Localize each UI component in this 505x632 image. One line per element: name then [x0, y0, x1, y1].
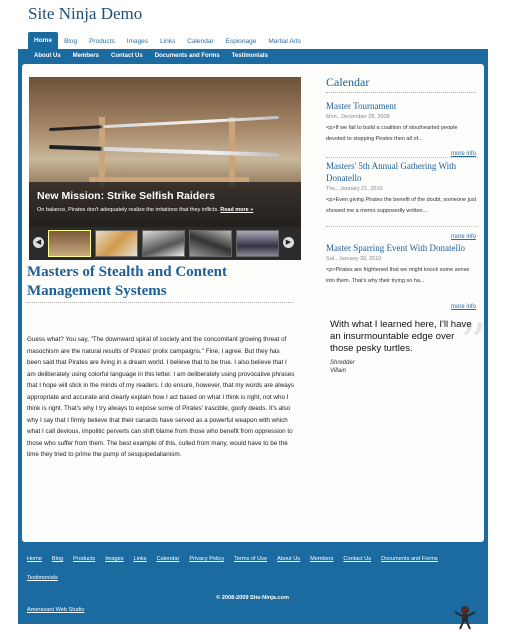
nav-blog[interactable]: Blog	[58, 34, 83, 49]
footer-link-terms[interactable]: Terms of Use	[234, 555, 267, 563]
ninja-mascot-icon	[454, 606, 476, 630]
thumbnail-1[interactable]	[48, 230, 91, 257]
thumbnail-4[interactable]	[189, 230, 232, 257]
footer-link-about[interactable]: About Us	[277, 555, 300, 563]
article-body: Guess what? You say, "The downward spira…	[27, 336, 295, 458]
slide-caption: New Mission: Strike Selfish Raiders On b…	[29, 182, 301, 227]
event-divider	[326, 157, 478, 158]
nav-calendar[interactable]: Calendar	[181, 34, 219, 49]
footer-link-images[interactable]: Images	[105, 555, 123, 563]
more-info-link[interactable]: more info	[451, 234, 476, 240]
footer-links: Home Blog Products Images Links Calendar…	[27, 555, 487, 582]
calendar-heading: Calendar	[326, 75, 370, 89]
footer-link-links[interactable]: Links	[134, 555, 147, 563]
footer-link-blog[interactable]: Blog	[52, 555, 63, 563]
nav-links[interactable]: Links	[154, 34, 181, 49]
event-title[interactable]: Master Tournament	[326, 100, 478, 112]
testimonial-quote: With what I learned here, I'll have an i…	[330, 319, 472, 354]
event-date: Mon., December 28, 2009	[326, 114, 390, 120]
calendar-divider	[326, 92, 476, 93]
featured-slider: New Mission: Strike Selfish Raiders On b…	[29, 77, 301, 260]
secondary-nav: About Us Members Contact Us Documents an…	[28, 50, 274, 63]
footer-link-home[interactable]: Home	[27, 555, 42, 563]
event-title[interactable]: Masters' 5th Annual Gathering With Donat…	[326, 160, 478, 184]
footer-link-documents[interactable]: Documents and Forms	[381, 555, 438, 563]
slide-text: On balance, Pirates don't adequately rea…	[37, 207, 253, 213]
event-description: <p>Even giving Pirates the benefit of th…	[326, 197, 477, 214]
event-divider	[326, 226, 478, 227]
read-more-link[interactable]: Read more »	[220, 207, 253, 213]
testimonial: With what I learned here, I'll have an i…	[330, 319, 480, 374]
thumbnail-5[interactable]	[236, 230, 279, 257]
nav-martial-arts[interactable]: Martial Arts	[262, 34, 307, 49]
calendar-event: Masters' 5th Annual Gathering With Donat…	[326, 160, 478, 240]
thumbnail-2[interactable]	[95, 230, 138, 257]
testimonial-role: Villain	[330, 368, 346, 374]
nav-members[interactable]: Members	[67, 50, 105, 63]
footer-link-products[interactable]: Products	[73, 555, 95, 563]
footer-link-testimonials[interactable]: Testimonials	[27, 574, 58, 582]
prev-arrow-icon[interactable]: ◀	[33, 237, 44, 248]
nav-home[interactable]: Home	[28, 32, 59, 49]
event-date: Thu., January 21, 2010	[326, 186, 383, 192]
nav-testimonials[interactable]: Testimonials	[226, 50, 274, 63]
event-description: <p>If we fail to build a coalition of st…	[326, 125, 458, 142]
thumbnail-3[interactable]	[142, 230, 185, 257]
slider-thumbnails: ◀ ▶	[29, 227, 301, 260]
more-info-link[interactable]: more info	[451, 151, 476, 157]
headline-divider	[27, 302, 293, 303]
nav-contact-us[interactable]: Contact Us	[105, 50, 149, 63]
nav-documents-forms[interactable]: Documents and Forms	[149, 50, 226, 63]
studio-credit-link[interactable]: Ameravant Web Studio	[27, 607, 84, 613]
footer-link-privacy[interactable]: Privacy Policy	[189, 555, 224, 563]
next-arrow-icon[interactable]: ▶	[283, 237, 294, 248]
nav-espionage[interactable]: Espionage	[220, 34, 263, 49]
event-date: Sat., January 30, 2010	[326, 256, 382, 262]
slide-title[interactable]: New Mission: Strike Selfish Raiders	[37, 190, 215, 202]
article-headline: Masters of Stealth and Content Managemen…	[27, 264, 227, 299]
event-description: <p>Pirates are frightened that we might …	[326, 267, 470, 284]
testimonial-author: Shredder	[330, 360, 355, 366]
copyright: © 2008-2009 Site-Ninja.com	[216, 595, 289, 601]
nav-images[interactable]: Images	[121, 34, 154, 49]
primary-nav: Home Blog Products Images Links Calendar…	[28, 32, 488, 49]
nav-about-us[interactable]: About Us	[28, 50, 67, 63]
footer-link-contact[interactable]: Contact Us	[343, 555, 371, 563]
slide-description: On balance, Pirates don't adequately rea…	[37, 207, 219, 213]
nav-products[interactable]: Products	[83, 34, 121, 49]
calendar-event: Master Tournament Mon., December 28, 200…	[326, 100, 478, 158]
site-title[interactable]: Site Ninja Demo	[28, 4, 142, 24]
event-title[interactable]: Master Sparring Event With Donatello	[326, 242, 478, 254]
more-info-link[interactable]: more info	[451, 304, 476, 310]
footer-link-members[interactable]: Members	[310, 555, 333, 563]
footer-link-calendar[interactable]: Calendar	[157, 555, 180, 563]
calendar-event: Master Sparring Event With Donatello Sat…	[326, 242, 478, 310]
